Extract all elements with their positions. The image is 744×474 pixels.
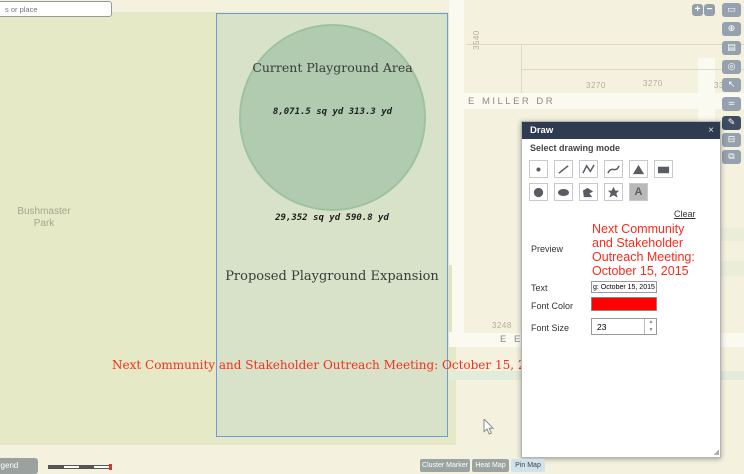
polygon-icon [581,186,596,199]
mode-label: Select drawing mode [530,143,620,153]
mode-curve-button[interactable] [604,160,623,178]
current-playground-circle[interactable] [239,24,426,211]
map-application: Bushmaster Park E MILLER DR 3540 3270 32… [0,0,744,474]
zoom-in-button[interactable]: + [692,4,703,16]
mode-line-button[interactable] [554,160,573,178]
triangle-icon [631,163,646,176]
scale-segment [49,466,64,468]
basemap-icon[interactable]: ▤ [722,41,741,55]
text-label: Text [531,283,548,293]
scale-segment [79,466,94,468]
draw-panel: Draw × Select drawing mode [521,121,721,458]
point-icon [531,163,546,176]
circle-measurement-annotation: 8,071.5 sq yd 313.3 yd [239,107,426,117]
font-size-label: Font Size [531,323,569,333]
mode-ellipse-button[interactable] [554,183,573,201]
cluster-marker-button[interactable]: Cluster Marker [420,459,470,472]
house-number-3270a: 3270 [586,81,606,90]
mode-polyline-button[interactable] [579,160,598,178]
circle-title-annotation: Current Playground Area [239,60,426,75]
search-input[interactable]: s or place [0,1,112,17]
house-number-3270b: 3270 [643,79,663,88]
legend-button[interactable]: Legend [0,458,38,474]
clear-link[interactable]: Clear [674,209,696,219]
draw-panel-header[interactable]: Draw × [522,122,720,139]
font-size-spinner: ▲ ▼ [644,319,656,334]
text-mode-icon: A [635,187,643,198]
measure-icon[interactable]: = [722,97,741,111]
curve-icon [606,163,621,176]
draw-panel-title: Draw [530,122,553,139]
street-label-miller: E MILLER DR [468,96,555,107]
mode-rectangle-button[interactable] [654,160,673,178]
rect-measurement-annotation: 29,352 sq yd 590.8 yd [216,213,448,223]
house-number-3540: 3540 [472,30,481,50]
screen-icon[interactable]: ▭ [722,3,741,17]
meeting-note-annotation: Next Community and Stakeholder Outreach … [112,358,522,372]
font-color-swatch[interactable] [591,297,657,311]
parcel-line [521,69,744,70]
heat-map-button[interactable]: Heat Map [472,459,509,472]
zoom-out-button[interactable]: − [704,4,715,16]
select-icon[interactable]: ↖ [722,78,741,92]
text-input[interactable] [591,281,657,293]
circle-icon [531,186,546,199]
mouse-cursor [483,419,495,436]
rect-title-annotation: Proposed Playground Expansion [216,269,448,284]
mode-circle-button[interactable] [529,183,548,201]
street-label-e: E E [500,334,523,345]
mode-polygon-button[interactable] [579,183,598,201]
preview-text: Next Community and Stakeholder Outreach … [592,222,696,278]
mode-text-button[interactable]: A [629,183,648,201]
rectangle-icon [656,163,671,176]
mode-freehand-button[interactable] [604,183,623,201]
mode-triangle-button[interactable] [629,160,648,178]
pin-map-button[interactable]: Pin Map [511,459,545,472]
scale-segment [94,466,109,468]
ellipse-icon [556,186,571,199]
buffer-icon[interactable]: ◎ [722,60,741,74]
globe-icon[interactable]: ⊕ [722,22,741,36]
mode-point-button[interactable] [529,160,548,178]
scale-segment [64,466,79,468]
close-icon[interactable]: × [708,122,714,139]
house-number-3248: 3248 [492,321,512,330]
freehand-star-icon [606,186,621,199]
line-icon [556,163,571,176]
spinner-up-icon[interactable]: ▲ [645,319,657,326]
font-color-label: Font Color [531,301,573,311]
polyline-icon [581,163,596,176]
parcel-line [466,44,744,45]
printer-icon[interactable]: ⊟ [722,133,741,147]
preview-label: Preview [531,244,563,254]
spinner-down-icon[interactable]: ▼ [645,327,657,334]
layers-icon[interactable]: ⧉ [722,150,741,164]
panel-resize-handle[interactable]: ◢ [714,449,719,456]
pencil-icon[interactable]: ✎ [722,116,741,130]
search-placeholder: s or place [5,5,38,14]
scale-bar [48,465,110,469]
park-name-label: Bushmaster Park [8,206,80,230]
scale-bar-mark [109,464,112,470]
